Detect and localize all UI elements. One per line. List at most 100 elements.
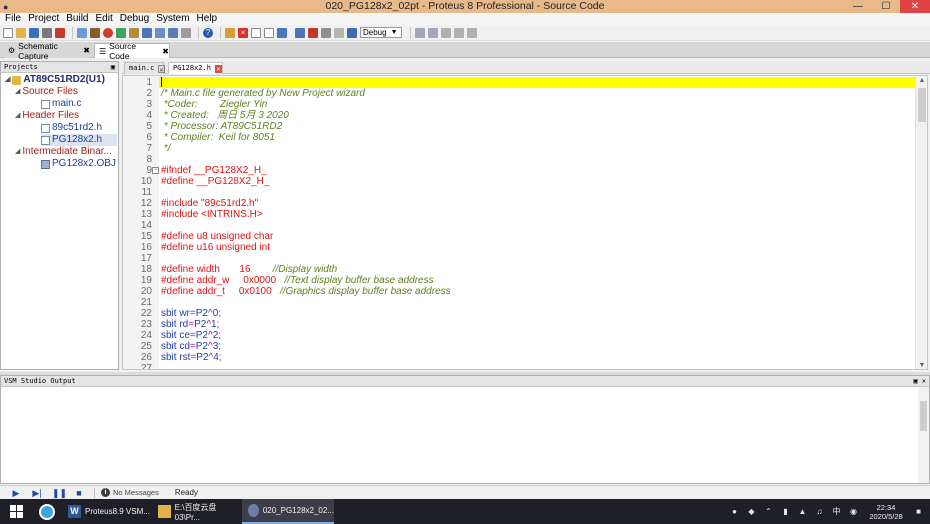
menu-debug[interactable]: Debug [118, 13, 154, 25]
close-icon[interactable]: ✖ [83, 46, 90, 55]
code-editor[interactable]: 1 2 3 4 5 6 7 8 9−10 11 12 13 14 15 16 17 18 19 20 21 22 23 24… [122, 75, 928, 370]
collapse-icon[interactable]: ◢ [15, 110, 20, 122]
tab-schematic-capture[interactable]: ⚙ Schematic Capture ✖ [4, 41, 90, 61]
editor-tab-main-c[interactable]: main.c ✕ [124, 62, 165, 74]
close-icon[interactable]: ✕ [214, 64, 222, 73]
maximize-button[interactable]: ☐ [872, 0, 900, 13]
code-line[interactable] [159, 297, 916, 308]
tree-file-main-c[interactable]: main.c [41, 98, 81, 110]
code-line[interactable] [159, 253, 916, 264]
new-file-icon[interactable] [3, 27, 13, 38]
menu-system[interactable]: System [154, 13, 194, 25]
messages-status[interactable]: No Messages [113, 488, 159, 497]
code-line[interactable]: #define width 16 //Display width [159, 264, 916, 275]
collapse-icon[interactable]: ◢ [15, 146, 20, 158]
search-button[interactable] [32, 499, 62, 524]
code-line[interactable] [159, 77, 916, 88]
collapse-icon[interactable]: ◢ [5, 74, 10, 86]
close-icon[interactable]: ✕ [158, 64, 165, 74]
taskbar-app-proteus[interactable]: 020_PG128x2_02... [242, 499, 334, 524]
pin-icon[interactable]: ▣ ✕ [913, 376, 926, 386]
schematic-icon[interactable] [90, 27, 100, 38]
code-line[interactable]: #include "89c51rd2.h" [159, 198, 916, 209]
redo-icon[interactable] [427, 27, 438, 38]
tree-file-89c51rd2-h[interactable]: 89c51rd2.h [41, 122, 102, 134]
save-all-icon[interactable] [42, 27, 52, 38]
menu-file[interactable]: File [3, 13, 26, 25]
shield-icon[interactable]: ◆ [746, 506, 757, 517]
play-icon[interactable]: ▶ [10, 487, 22, 499]
code-line[interactable]: * Created: 周日 5月 3 2020 [159, 110, 916, 121]
code-line[interactable]: sbit cd=P2^3; [159, 341, 916, 352]
scroll-up-icon[interactable]: ▲ [916, 76, 927, 86]
save-icon[interactable] [29, 27, 39, 38]
battery-icon[interactable]: ▮ [780, 506, 791, 517]
tab-source-code[interactable]: ☰ Source Code ✖ [94, 41, 170, 61]
menu-build[interactable]: Build [64, 13, 93, 25]
debug-settings-icon[interactable] [347, 27, 357, 38]
tree-file-pg128x2-h[interactable]: PG128x2.h [41, 134, 117, 146]
code-line[interactable]: #define u8 unsigned char [159, 231, 916, 242]
minimize-button[interactable]: — [844, 0, 872, 13]
code-line[interactable]: #define addr_t 0x0100 //Graphics display… [159, 286, 916, 297]
build-project-icon[interactable] [295, 27, 305, 38]
menu-project[interactable]: Project [26, 13, 64, 25]
project-root[interactable]: ◢ AT89C51RD2(U1) [5, 74, 105, 86]
action-center-icon[interactable]: ■ [913, 506, 924, 517]
compile-icon[interactable] [334, 27, 344, 38]
code-line[interactable]: sbit wr=P2^0; [159, 308, 916, 319]
volume-icon[interactable]: ♫ [814, 506, 825, 517]
pcb-layout-icon[interactable] [116, 27, 126, 38]
code-line[interactable]: sbit rd=P2^1; [159, 319, 916, 330]
refresh-icon[interactable] [225, 27, 235, 38]
scroll-down-icon[interactable]: ▼ [916, 361, 927, 369]
fold-toggle-icon[interactable]: − [152, 167, 159, 174]
notification-app-icon[interactable]: ◉ [848, 506, 859, 517]
close-icon[interactable]: ✖ [162, 47, 169, 56]
stop-icon[interactable] [103, 27, 113, 38]
chevron-up-icon[interactable]: ⌃ [763, 506, 774, 517]
bluetooth-icon[interactable]: ● [729, 506, 740, 517]
code-line[interactable]: #define __PG128X2_H_ [159, 176, 916, 187]
copy-icon[interactable] [453, 27, 464, 38]
code-line[interactable]: */ [159, 143, 916, 154]
scrollbar-thumb[interactable] [920, 401, 927, 431]
tree-file-pg128x2-obj[interactable]: PG128x2.OBJ [41, 158, 116, 170]
help-icon[interactable]: ? [203, 27, 213, 38]
editor-tab-pg128x2-h[interactable]: PG128x2.h ✕ [168, 62, 223, 74]
rebuild-icon[interactable] [308, 27, 318, 38]
menu-edit[interactable]: Edit [94, 13, 118, 25]
code-line[interactable] [159, 363, 916, 369]
copy-document-icon[interactable] [264, 27, 274, 38]
open-folder-icon[interactable] [16, 27, 26, 38]
code-line[interactable] [159, 187, 916, 198]
undo-icon[interactable] [414, 27, 425, 38]
home-icon[interactable] [77, 27, 87, 38]
bill-of-materials-icon[interactable] [168, 27, 178, 38]
output-vertical-scrollbar[interactable] [918, 387, 929, 483]
design-explorer-icon[interactable] [155, 27, 165, 38]
stop-icon[interactable]: ■ [73, 487, 85, 499]
cut-icon[interactable] [440, 27, 451, 38]
proteus-app-icon[interactable]: ● [3, 1, 15, 13]
gerber-icon[interactable] [142, 27, 152, 38]
code-line[interactable]: *Coder: Ziegler Yin [159, 99, 916, 110]
code-area[interactable]: /* Main.c file generated by New Project … [159, 76, 916, 369]
new-document-icon[interactable] [251, 27, 261, 38]
menu-help[interactable]: Help [195, 13, 223, 25]
paste-icon[interactable] [466, 27, 477, 38]
close-window-button[interactable]: ✕ [900, 0, 930, 13]
close-project-icon[interactable] [55, 27, 65, 38]
code-line[interactable]: #include <INTRINS.H> [159, 209, 916, 220]
code-line[interactable]: sbit rst=P2^4; [159, 352, 916, 363]
code-line[interactable]: /* Main.c file generated by New Project … [159, 88, 916, 99]
3d-viewer-icon[interactable] [129, 27, 139, 38]
code-line[interactable]: sbit ce=P2^2; [159, 330, 916, 341]
code-line[interactable] [159, 220, 916, 231]
delete-icon[interactable]: × [238, 27, 248, 38]
tree-header-files[interactable]: ◢ Header Files [15, 110, 79, 122]
code-line[interactable] [159, 154, 916, 165]
build-config-dropdown[interactable]: Debug ▼ [360, 27, 402, 38]
source-code-icon[interactable] [181, 27, 191, 38]
import-icon[interactable] [277, 27, 287, 38]
